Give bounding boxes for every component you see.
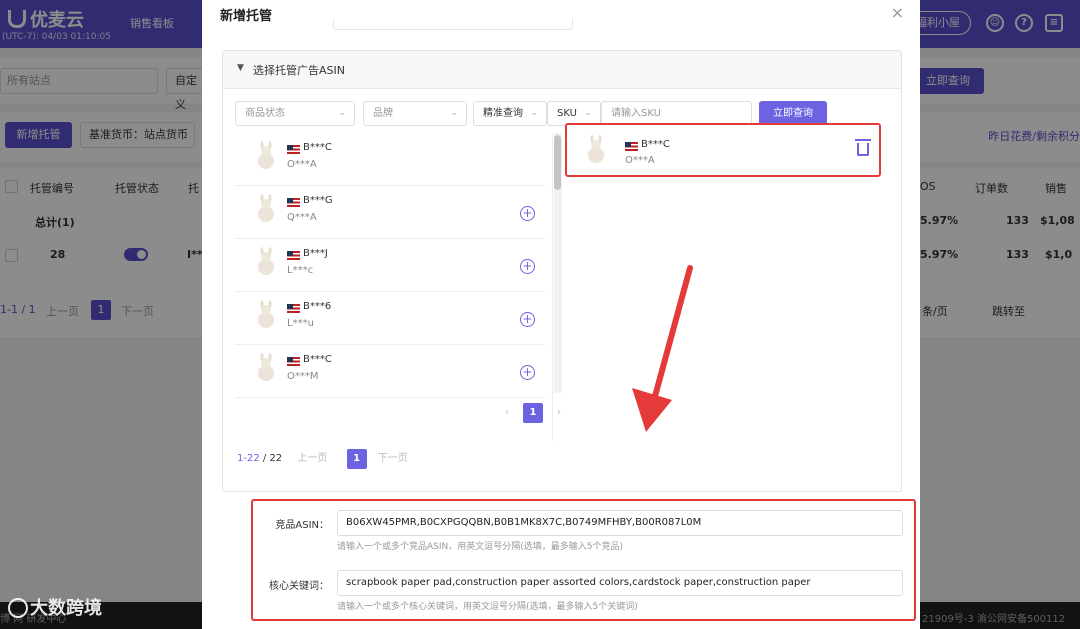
us-flag-icon xyxy=(287,251,300,260)
new-hosting-modal: 新增托管 × ▼ 选择托管广告ASIN 商品状态 ⌄ 品牌 ⌄ 精准查询 ⌄ SKU ⌄… xyxy=(202,0,920,629)
asin-selection-panel: ▼ 选择托管广告ASIN 商品状态 ⌄ 品牌 ⌄ 精准查询 ⌄ SKU ⌄ 请输入SKU… xyxy=(222,50,902,492)
add-circle-icon[interactable]: + xyxy=(520,312,535,327)
core-keyword-hint: 请输入一个或多个核心关键词，用英文逗号分隔(选填，最多输入5个关键词) xyxy=(337,602,638,612)
item-asin: B***C xyxy=(303,142,332,153)
chevron-down-icon: ⌄ xyxy=(450,108,458,118)
mini-prev-icon[interactable]: ‹ xyxy=(497,403,517,423)
chevron-down-icon: ⌄ xyxy=(338,108,346,118)
product-status-select[interactable]: 商品状态 ⌄ xyxy=(235,101,355,126)
panel-pager-range: 1-22 xyxy=(237,453,260,464)
modal-title: 新增托管 xyxy=(220,9,273,24)
product-thumbnail xyxy=(588,135,604,163)
item-shop: L***c xyxy=(287,265,314,276)
panel-pager-prev[interactable]: 上一页 xyxy=(297,453,327,464)
panel-header[interactable]: ▼ 选择托管广告ASIN xyxy=(223,51,901,89)
product-thumbnail xyxy=(258,247,274,275)
item-asin: B***6 xyxy=(303,301,332,312)
watermark-logo-icon xyxy=(8,598,28,618)
mini-next-icon[interactable]: › xyxy=(549,403,569,423)
panel-title: 选择托管广告ASIN xyxy=(253,64,345,77)
us-flag-icon xyxy=(625,142,638,151)
competitor-asin-hint: 请输入一个或多个竞品ASIN，用英文逗号分隔(选填，最多输入5个竞品) xyxy=(337,542,624,552)
item-asin: B***G xyxy=(303,195,333,206)
chevron-down-icon[interactable]: ▼ xyxy=(237,63,244,73)
competitor-asin-input[interactable]: B06XW45PMR,B0CXPGQQBN,B0B1MK8X7C,B0749MF… xyxy=(337,510,903,536)
add-circle-icon[interactable]: + xyxy=(520,206,535,221)
competitor-asin-label: 竞品ASIN： xyxy=(275,520,329,531)
match-mode-select[interactable]: 精准查询 ⌄ xyxy=(473,101,547,126)
list-item[interactable]: B***J L***c + xyxy=(235,239,545,292)
close-icon[interactable]: × xyxy=(891,3,904,22)
list-item[interactable]: B***C O***M + xyxy=(235,345,545,398)
red-arrow-annotation xyxy=(632,265,693,432)
panel-pager-next[interactable]: 下一页 xyxy=(378,453,408,464)
us-flag-icon xyxy=(287,145,300,154)
product-thumbnail xyxy=(258,300,274,328)
panel-pager-current[interactable]: 1 xyxy=(346,449,367,469)
item-asin: B***J xyxy=(303,248,328,259)
us-flag-icon xyxy=(287,357,300,366)
list-mini-pagination: ‹ 1 › xyxy=(497,403,575,425)
core-keyword-label: 核心关键词： xyxy=(269,581,329,592)
list-item[interactable]: B***6 L***u + xyxy=(235,292,545,345)
item-shop: O***A xyxy=(287,159,317,170)
item-shop: Q***A xyxy=(287,212,317,223)
item-shop: L***u xyxy=(287,318,314,329)
mini-current-page[interactable]: 1 xyxy=(523,403,543,423)
asin-list: B***C O***A B***G Q***A + B***J L***c + xyxy=(235,133,553,441)
watermark: 大数跨境 xyxy=(8,594,102,620)
chevron-down-icon: ⌄ xyxy=(584,108,592,118)
us-flag-icon xyxy=(287,198,300,207)
list-item[interactable]: B***G Q***A + xyxy=(235,186,545,239)
previous-field-edge xyxy=(333,18,573,30)
product-thumbnail xyxy=(258,353,274,381)
product-thumbnail xyxy=(258,141,274,169)
brand-select[interactable]: 品牌 ⌄ xyxy=(363,101,467,126)
core-keyword-input[interactable]: scrapbook paper pad,construction paper a… xyxy=(337,570,903,596)
add-circle-icon[interactable]: + xyxy=(520,259,535,274)
selected-asin: B***C xyxy=(641,139,670,150)
chevron-down-icon: ⌄ xyxy=(530,108,538,118)
product-thumbnail xyxy=(258,194,274,222)
trash-icon[interactable] xyxy=(855,139,871,156)
panel-pager-total: / 22 xyxy=(262,453,283,464)
panel-pagination: 1-22 / 22 上一页 1 下一页 xyxy=(237,449,408,469)
selected-asin-card: B***C O***A xyxy=(565,123,881,177)
selected-shop: O***A xyxy=(625,155,655,166)
add-circle-icon[interactable]: + xyxy=(520,365,535,380)
us-flag-icon xyxy=(287,304,300,313)
list-item[interactable]: B***C O***A xyxy=(235,133,545,186)
item-asin: B***C xyxy=(303,354,332,365)
list-scrollbar-thumb[interactable] xyxy=(554,135,561,190)
item-shop: O***M xyxy=(287,371,319,382)
competitor-keyword-form: 竞品ASIN： B06XW45PMR,B0CXPGQQBN,B0B1MK8X7C… xyxy=(251,499,916,621)
